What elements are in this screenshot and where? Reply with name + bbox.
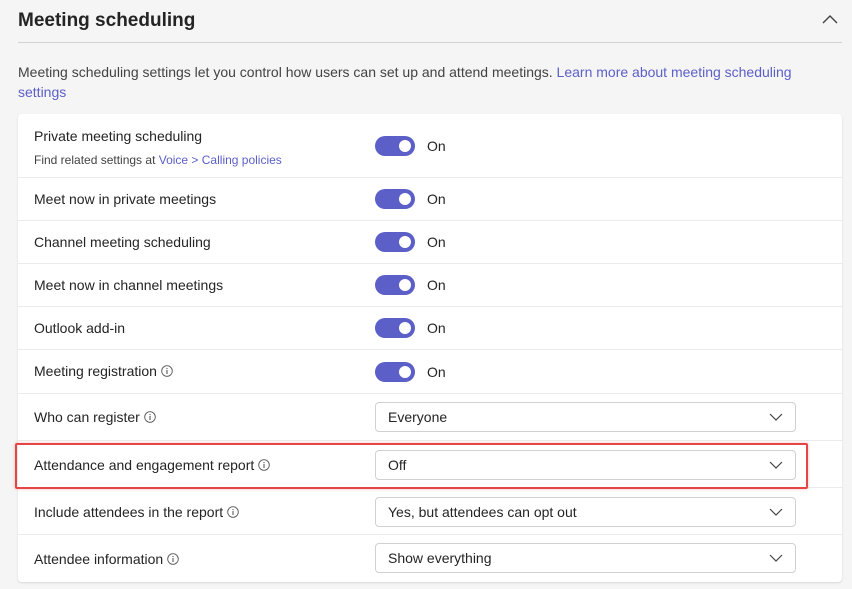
setting-label-text: Include attendees in the report — [34, 504, 224, 520]
section-header: Meeting scheduling — [18, 0, 842, 43]
chevron-up-icon — [822, 15, 838, 24]
setting-label-text: Who can register — [34, 409, 140, 425]
info-icon[interactable] — [167, 553, 179, 565]
info-icon[interactable] — [161, 365, 173, 377]
toggle-knob — [399, 322, 411, 334]
info-icon[interactable] — [258, 459, 271, 471]
toggle-state: On — [427, 234, 446, 250]
meet-now-channel-toggle[interactable] — [375, 275, 415, 295]
toggle-knob — [399, 236, 411, 248]
include-attendees-dropdown[interactable]: Yes, but attendees can opt out — [375, 497, 796, 527]
calling-policies-link[interactable]: Voice > Calling policies — [159, 153, 282, 167]
settings-card: Private meeting scheduling Find related … — [18, 114, 842, 582]
setting-label: Channel meeting scheduling — [34, 234, 211, 250]
setting-label: Attendance and engagement report — [34, 457, 271, 473]
setting-row-include-attendees: Include attendees in the report Yes, but… — [18, 487, 842, 535]
section-title: Meeting scheduling — [18, 10, 196, 31]
setting-row-who-can-register: Who can register Everyone — [18, 393, 842, 441]
setting-row-attendance-report: Attendance and engagement report Off — [18, 440, 842, 488]
channel-meeting-scheduling-toggle[interactable] — [375, 232, 415, 252]
toggle-knob — [399, 193, 411, 205]
setting-row-meeting-registration: Meeting registration On — [18, 349, 842, 394]
description-text: Meeting scheduling settings let you cont… — [18, 64, 553, 80]
toggle-knob — [399, 140, 411, 152]
toggle-knob — [399, 279, 411, 291]
setting-label: Meet now in private meetings — [34, 191, 217, 207]
collapse-button[interactable] — [820, 12, 840, 28]
toggle-state: On — [427, 277, 446, 293]
setting-label: Private meeting scheduling — [34, 128, 203, 144]
setting-row-channel-meeting-scheduling: Channel meeting scheduling On — [18, 220, 842, 264]
chevron-down-icon — [769, 413, 783, 421]
attendee-information-dropdown[interactable]: Show everything — [375, 543, 796, 573]
outlook-add-in-toggle[interactable] — [375, 318, 415, 338]
sublabel-prefix: Find related settings at — [34, 153, 159, 167]
setting-label-text: Attendee information — [34, 551, 164, 567]
setting-row-meet-now-private: Meet now in private meetings On — [18, 177, 842, 221]
private-meeting-scheduling-toggle[interactable] — [375, 136, 415, 156]
setting-label: Meet now in channel meetings — [34, 277, 224, 293]
setting-row-outlook-add-in: Outlook add-in On — [18, 306, 842, 350]
toggle-knob — [399, 366, 411, 378]
toggle-state: On — [427, 191, 446, 207]
toggle-state: On — [427, 138, 446, 154]
info-icon[interactable] — [227, 506, 239, 518]
setting-row-private-meeting-scheduling: Private meeting scheduling Find related … — [18, 114, 842, 178]
setting-label: Include attendees in the report — [34, 504, 239, 520]
setting-label: Outlook add-in — [34, 320, 126, 336]
setting-label-text: Attendance and engagement report — [34, 457, 255, 473]
dropdown-value: Yes, but attendees can opt out — [388, 504, 577, 520]
meet-now-private-toggle[interactable] — [375, 189, 415, 209]
dropdown-value: Everyone — [388, 409, 448, 425]
info-icon[interactable] — [144, 411, 156, 423]
toggle-state: On — [427, 364, 446, 380]
setting-row-meet-now-channel: Meet now in channel meetings On — [18, 263, 842, 307]
dropdown-value: Off — [388, 457, 407, 473]
meeting-registration-toggle[interactable] — [375, 362, 415, 382]
attendance-report-dropdown[interactable]: Off — [375, 450, 796, 480]
toggle-state: On — [427, 320, 446, 336]
who-can-register-dropdown[interactable]: Everyone — [375, 402, 796, 432]
chevron-down-icon — [769, 461, 783, 469]
section-description: Meeting scheduling settings let you cont… — [18, 62, 818, 102]
setting-label: Who can register — [34, 409, 156, 425]
dropdown-value: Show everything — [388, 550, 492, 566]
setting-label-text: Meeting registration — [34, 363, 157, 379]
setting-row-attendee-information: Attendee information Show everything — [18, 534, 842, 582]
chevron-down-icon — [769, 554, 783, 562]
setting-sublabel: Find related settings at Voice > Calling… — [34, 153, 282, 167]
setting-label: Attendee information — [34, 551, 179, 567]
setting-label: Meeting registration — [34, 363, 173, 379]
chevron-down-icon — [769, 508, 783, 516]
